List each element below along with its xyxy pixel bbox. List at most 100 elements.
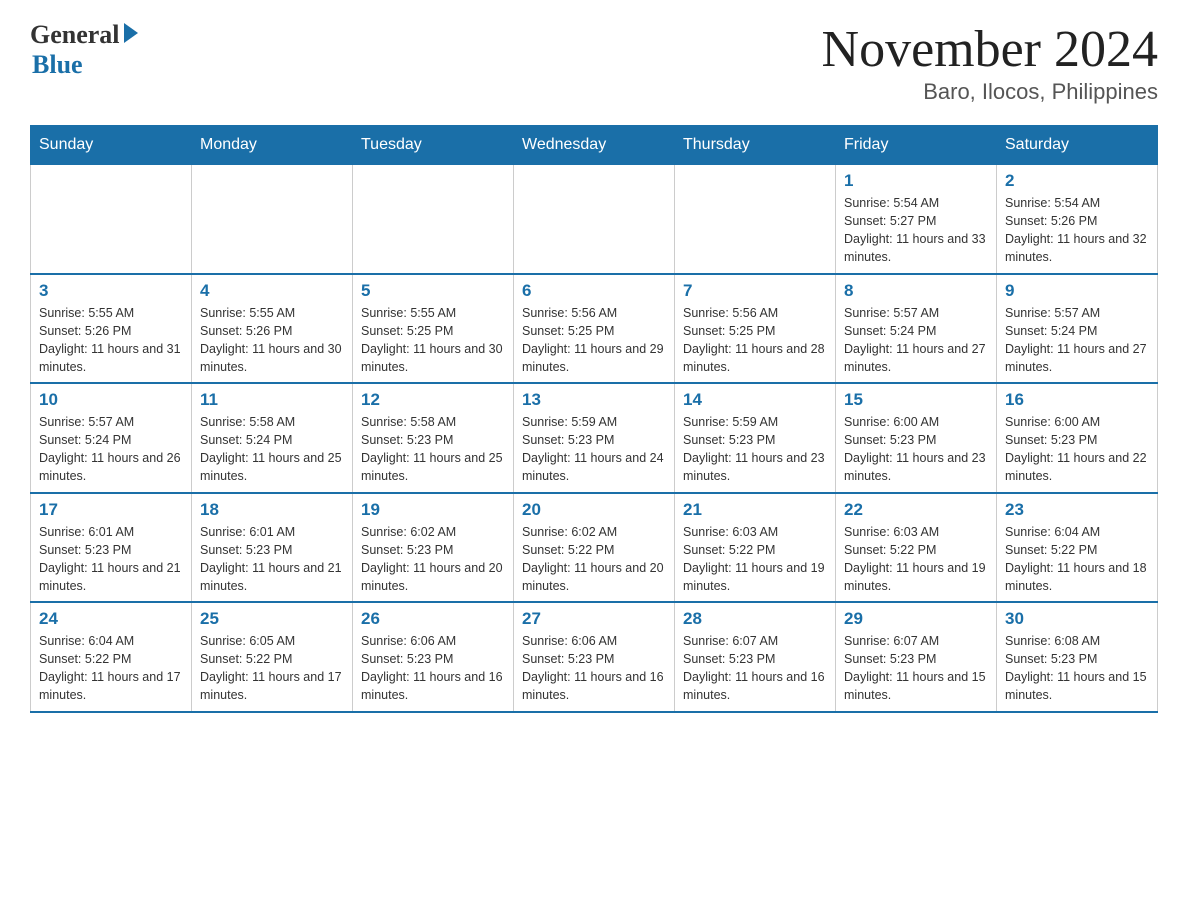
- calendar-cell: 22 Sunrise: 6:03 AM Sunset: 5:22 PM Dayli…: [836, 493, 997, 603]
- day-info: Sunrise: 6:07 AM Sunset: 5:23 PM Dayligh…: [844, 632, 988, 705]
- column-header-monday: Monday: [192, 126, 353, 165]
- day-number: 22: [844, 500, 988, 520]
- day-info: Sunrise: 6:00 AM Sunset: 5:23 PM Dayligh…: [844, 413, 988, 486]
- day-number: 9: [1005, 281, 1149, 301]
- title-section: November 2024 Baro, Ilocos, Philippines: [822, 20, 1158, 105]
- day-info: Sunrise: 5:54 AM Sunset: 5:26 PM Dayligh…: [1005, 194, 1149, 267]
- calendar-cell: 30 Sunrise: 6:08 AM Sunset: 5:23 PM Dayli…: [997, 602, 1158, 712]
- day-info: Sunrise: 6:00 AM Sunset: 5:23 PM Dayligh…: [1005, 413, 1149, 486]
- day-info: Sunrise: 6:07 AM Sunset: 5:23 PM Dayligh…: [683, 632, 827, 705]
- day-number: 10: [39, 390, 183, 410]
- column-header-wednesday: Wednesday: [514, 126, 675, 165]
- calendar-week-row: 3 Sunrise: 5:55 AM Sunset: 5:26 PM Daylig…: [31, 274, 1158, 384]
- calendar-cell: 9 Sunrise: 5:57 AM Sunset: 5:24 PM Daylig…: [997, 274, 1158, 384]
- day-info: Sunrise: 6:03 AM Sunset: 5:22 PM Dayligh…: [844, 523, 988, 596]
- day-info: Sunrise: 5:55 AM Sunset: 5:26 PM Dayligh…: [39, 304, 183, 377]
- logo-general-text: General: [30, 20, 120, 50]
- column-header-friday: Friday: [836, 126, 997, 165]
- day-number: 15: [844, 390, 988, 410]
- day-number: 2: [1005, 171, 1149, 191]
- day-info: Sunrise: 5:57 AM Sunset: 5:24 PM Dayligh…: [39, 413, 183, 486]
- day-number: 25: [200, 609, 344, 629]
- day-info: Sunrise: 5:58 AM Sunset: 5:24 PM Dayligh…: [200, 413, 344, 486]
- calendar-cell: 4 Sunrise: 5:55 AM Sunset: 5:26 PM Daylig…: [192, 274, 353, 384]
- calendar-week-row: 17 Sunrise: 6:01 AM Sunset: 5:23 PM Dayli…: [31, 493, 1158, 603]
- page-subtitle: Baro, Ilocos, Philippines: [822, 79, 1158, 105]
- calendar-cell: 25 Sunrise: 6:05 AM Sunset: 5:22 PM Dayli…: [192, 602, 353, 712]
- calendar-cell: 18 Sunrise: 6:01 AM Sunset: 5:23 PM Dayli…: [192, 493, 353, 603]
- calendar-cell: [31, 165, 192, 274]
- calendar-cell: 13 Sunrise: 5:59 AM Sunset: 5:23 PM Dayli…: [514, 383, 675, 493]
- calendar-cell: [514, 165, 675, 274]
- day-number: 7: [683, 281, 827, 301]
- calendar-cell: 17 Sunrise: 6:01 AM Sunset: 5:23 PM Dayli…: [31, 493, 192, 603]
- logo-blue-text: Blue: [32, 50, 83, 80]
- calendar-cell: [353, 165, 514, 274]
- day-info: Sunrise: 6:08 AM Sunset: 5:23 PM Dayligh…: [1005, 632, 1149, 705]
- day-number: 14: [683, 390, 827, 410]
- page-title: November 2024: [822, 20, 1158, 79]
- calendar-cell: 20 Sunrise: 6:02 AM Sunset: 5:22 PM Dayli…: [514, 493, 675, 603]
- day-number: 18: [200, 500, 344, 520]
- column-header-sunday: Sunday: [31, 126, 192, 165]
- day-info: Sunrise: 5:54 AM Sunset: 5:27 PM Dayligh…: [844, 194, 988, 267]
- calendar-cell: 3 Sunrise: 5:55 AM Sunset: 5:26 PM Daylig…: [31, 274, 192, 384]
- day-number: 24: [39, 609, 183, 629]
- day-info: Sunrise: 5:56 AM Sunset: 5:25 PM Dayligh…: [522, 304, 666, 377]
- day-info: Sunrise: 6:04 AM Sunset: 5:22 PM Dayligh…: [39, 632, 183, 705]
- day-info: Sunrise: 5:55 AM Sunset: 5:25 PM Dayligh…: [361, 304, 505, 377]
- calendar-cell: 8 Sunrise: 5:57 AM Sunset: 5:24 PM Daylig…: [836, 274, 997, 384]
- day-number: 6: [522, 281, 666, 301]
- calendar-cell: 10 Sunrise: 5:57 AM Sunset: 5:24 PM Dayli…: [31, 383, 192, 493]
- day-info: Sunrise: 5:56 AM Sunset: 5:25 PM Dayligh…: [683, 304, 827, 377]
- day-info: Sunrise: 6:01 AM Sunset: 5:23 PM Dayligh…: [200, 523, 344, 596]
- calendar-cell: 15 Sunrise: 6:00 AM Sunset: 5:23 PM Dayli…: [836, 383, 997, 493]
- day-info: Sunrise: 5:57 AM Sunset: 5:24 PM Dayligh…: [1005, 304, 1149, 377]
- day-info: Sunrise: 6:03 AM Sunset: 5:22 PM Dayligh…: [683, 523, 827, 596]
- calendar-week-row: 10 Sunrise: 5:57 AM Sunset: 5:24 PM Dayli…: [31, 383, 1158, 493]
- day-info: Sunrise: 5:57 AM Sunset: 5:24 PM Dayligh…: [844, 304, 988, 377]
- calendar-cell: 29 Sunrise: 6:07 AM Sunset: 5:23 PM Dayli…: [836, 602, 997, 712]
- day-info: Sunrise: 5:59 AM Sunset: 5:23 PM Dayligh…: [522, 413, 666, 486]
- day-info: Sunrise: 6:05 AM Sunset: 5:22 PM Dayligh…: [200, 632, 344, 705]
- calendar-table: SundayMondayTuesdayWednesdayThursdayFrid…: [30, 125, 1158, 713]
- logo: General Blue: [30, 20, 138, 80]
- calendar-cell: 1Sunrise: 5:54 AM Sunset: 5:27 PM Daylig…: [836, 165, 997, 274]
- day-number: 3: [39, 281, 183, 301]
- day-number: 19: [361, 500, 505, 520]
- day-number: 29: [844, 609, 988, 629]
- day-number: 4: [200, 281, 344, 301]
- logo-arrow-icon: [124, 23, 138, 43]
- day-number: 30: [1005, 609, 1149, 629]
- day-info: Sunrise: 6:02 AM Sunset: 5:22 PM Dayligh…: [522, 523, 666, 596]
- day-info: Sunrise: 5:58 AM Sunset: 5:23 PM Dayligh…: [361, 413, 505, 486]
- day-number: 26: [361, 609, 505, 629]
- day-number: 28: [683, 609, 827, 629]
- day-number: 12: [361, 390, 505, 410]
- day-number: 8: [844, 281, 988, 301]
- calendar-cell: 21Sunrise: 6:03 AM Sunset: 5:22 PM Dayli…: [675, 493, 836, 603]
- calendar-cell: 23Sunrise: 6:04 AM Sunset: 5:22 PM Dayli…: [997, 493, 1158, 603]
- day-number: 17: [39, 500, 183, 520]
- day-number: 20: [522, 500, 666, 520]
- day-info: Sunrise: 6:06 AM Sunset: 5:23 PM Dayligh…: [522, 632, 666, 705]
- day-number: 13: [522, 390, 666, 410]
- calendar-cell: [675, 165, 836, 274]
- day-number: 16: [1005, 390, 1149, 410]
- calendar-week-row: 1Sunrise: 5:54 AM Sunset: 5:27 PM Daylig…: [31, 165, 1158, 274]
- calendar-cell: 14Sunrise: 5:59 AM Sunset: 5:23 PM Dayli…: [675, 383, 836, 493]
- column-header-thursday: Thursday: [675, 126, 836, 165]
- calendar-cell: 27 Sunrise: 6:06 AM Sunset: 5:23 PM Dayli…: [514, 602, 675, 712]
- day-number: 5: [361, 281, 505, 301]
- calendar-week-row: 24 Sunrise: 6:04 AM Sunset: 5:22 PM Dayli…: [31, 602, 1158, 712]
- calendar-cell: 16 Sunrise: 6:00 AM Sunset: 5:23 PM Dayli…: [997, 383, 1158, 493]
- calendar-cell: 26Sunrise: 6:06 AM Sunset: 5:23 PM Dayli…: [353, 602, 514, 712]
- day-info: Sunrise: 5:55 AM Sunset: 5:26 PM Dayligh…: [200, 304, 344, 377]
- day-number: 11: [200, 390, 344, 410]
- calendar-cell: 11 Sunrise: 5:58 AM Sunset: 5:24 PM Dayli…: [192, 383, 353, 493]
- day-info: Sunrise: 6:02 AM Sunset: 5:23 PM Dayligh…: [361, 523, 505, 596]
- day-number: 27: [522, 609, 666, 629]
- day-number: 23: [1005, 500, 1149, 520]
- day-info: Sunrise: 6:01 AM Sunset: 5:23 PM Dayligh…: [39, 523, 183, 596]
- calendar-header-row: SundayMondayTuesdayWednesdayThursdayFrid…: [31, 126, 1158, 165]
